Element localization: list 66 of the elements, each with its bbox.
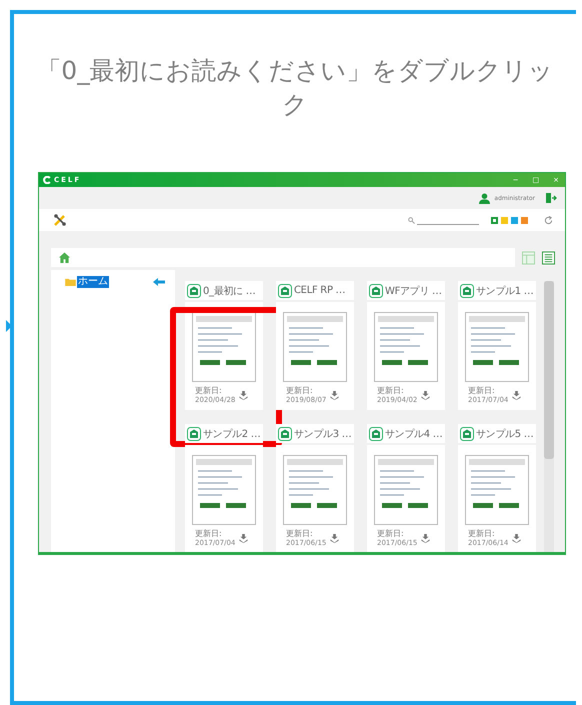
app-icon bbox=[187, 426, 201, 440]
caption-text: 「0_最初にお読みください」をダブルクリック bbox=[35, 55, 555, 121]
tools-icon[interactable] bbox=[53, 213, 67, 227]
thumbnail-drawing bbox=[283, 455, 347, 525]
download-icon[interactable] bbox=[512, 534, 522, 543]
scrollbar-thumb[interactable] bbox=[544, 281, 554, 459]
download-icon[interactable] bbox=[239, 391, 248, 400]
card-header[interactable]: 0_最初に … bbox=[185, 281, 263, 300]
updated-label: 更新日: bbox=[286, 529, 314, 539]
home-icon[interactable] bbox=[59, 252, 70, 263]
search-icon bbox=[408, 216, 415, 224]
app-icon bbox=[460, 284, 474, 298]
thumbnail-drawing bbox=[283, 312, 347, 382]
thumbnail-drawing bbox=[374, 455, 438, 525]
card-header[interactable]: サンプル5 … bbox=[458, 424, 536, 443]
app-icon bbox=[369, 426, 383, 440]
download-icon[interactable] bbox=[330, 391, 340, 400]
app-icon bbox=[369, 284, 383, 298]
updated-label: 更新日: bbox=[468, 529, 496, 539]
color-filter[interactable] bbox=[491, 216, 498, 224]
app-icon bbox=[278, 426, 292, 440]
card-header[interactable]: CELF RP … bbox=[276, 281, 354, 300]
app-icon bbox=[187, 284, 201, 298]
updated-label: 更新日: bbox=[195, 529, 223, 539]
thumbnail-drawing bbox=[192, 312, 256, 382]
color-filter[interactable] bbox=[521, 216, 528, 224]
app-icon bbox=[278, 284, 292, 298]
updated-label: 更新日: bbox=[468, 386, 496, 396]
thumbnail-drawing bbox=[192, 455, 256, 525]
updated-label: 更新日: bbox=[195, 386, 223, 396]
logo-icon bbox=[43, 176, 51, 184]
user-icon bbox=[479, 192, 490, 204]
updated-label: 更新日: bbox=[377, 386, 405, 396]
thumbnail-drawing bbox=[465, 455, 529, 525]
card-title: サンプル3 … bbox=[294, 428, 352, 440]
sidebar-item[interactable]: ホーム bbox=[77, 276, 109, 288]
card-title: 0_最初に … bbox=[203, 284, 256, 298]
download-icon[interactable] bbox=[512, 391, 522, 400]
card-header[interactable]: サンプル4 … bbox=[367, 424, 445, 443]
updated-label: 更新日: bbox=[286, 386, 314, 396]
thumbnail-drawing bbox=[374, 312, 438, 382]
card-title: サンプル5 … bbox=[476, 428, 534, 440]
app-icon bbox=[460, 426, 474, 440]
card-title: サンプル4 … bbox=[385, 428, 442, 440]
download-icon[interactable] bbox=[330, 534, 340, 543]
download-icon[interactable] bbox=[421, 391, 430, 400]
card-header[interactable]: サンプル1 … bbox=[458, 281, 536, 300]
updated-label: 更新日: bbox=[377, 529, 405, 539]
thumbnail-drawing bbox=[465, 312, 529, 382]
back-arrow-icon[interactable] bbox=[153, 278, 165, 286]
card-title: WFアプリ … bbox=[385, 284, 442, 298]
card-header[interactable]: サンプル2 … bbox=[185, 424, 263, 443]
card-title: サンプル1 … bbox=[476, 284, 534, 298]
card-title: CELF RP … bbox=[294, 285, 346, 296]
folder-icon bbox=[65, 278, 76, 286]
card-title: サンプル2 … bbox=[203, 428, 260, 440]
download-icon[interactable] bbox=[239, 534, 248, 543]
logout-icon[interactable] bbox=[545, 192, 557, 204]
scrollbar[interactable] bbox=[544, 281, 554, 552]
list-view-icon[interactable] bbox=[542, 250, 555, 264]
card-header[interactable]: WFアプリ … bbox=[367, 281, 445, 300]
download-icon[interactable] bbox=[421, 534, 430, 543]
color-filter[interactable] bbox=[501, 216, 508, 224]
color-filter[interactable] bbox=[511, 216, 518, 224]
refresh-icon[interactable] bbox=[544, 216, 553, 224]
card-header[interactable]: サンプル3 … bbox=[276, 424, 354, 443]
